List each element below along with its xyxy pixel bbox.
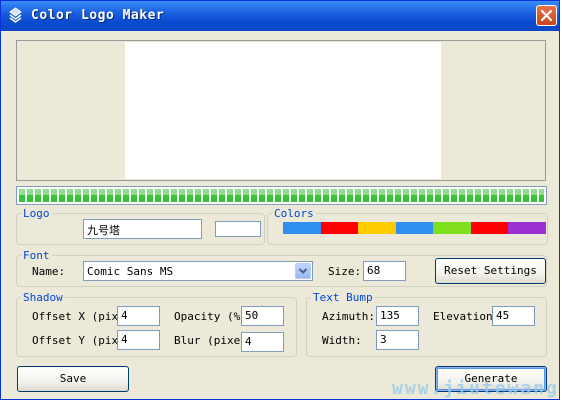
offset-x-label: Offset X (pixe [32,310,117,323]
color-swatch[interactable] [395,222,434,234]
close-icon [540,9,553,22]
blur-input[interactable]: 4 [241,332,284,352]
logo-text-input[interactable]: 九号塔 [83,219,202,239]
save-button[interactable]: Save [17,366,129,392]
shadow-group-legend: Shadow [23,291,63,304]
azimuth-label: Azimuth: [322,310,375,323]
text-bump-group-legend: Text Bump [313,291,373,304]
logo-preview-canvas [125,42,441,179]
bump-width-input[interactable]: 3 [376,330,419,350]
dropdown-button[interactable] [295,263,311,279]
color-swatch[interactable] [508,222,546,234]
offset-y-input[interactable]: 4 [117,330,160,350]
window-title: Color Logo Maker [31,8,165,23]
logo-color-input[interactable] [215,221,261,237]
width-label: Width: [322,334,362,347]
blur-label: Blur (pixel [174,334,240,347]
color-swatch[interactable] [470,222,509,234]
logo-group-legend: Logo [23,207,50,220]
reset-settings-button[interactable]: Reset Settings [435,258,546,284]
font-size-input[interactable]: 68 [363,261,406,281]
colors-group-legend: Colors [274,207,314,220]
color-swatch-strip [283,222,546,234]
chevron-down-icon [298,268,308,274]
font-group-legend: Font [23,249,50,262]
color-swatch[interactable] [283,222,321,234]
progress-bar [16,186,547,205]
color-swatch[interactable] [358,222,396,234]
color-swatch[interactable] [433,222,471,234]
font-name-value: Comic Sans MS [87,265,174,278]
offset-x-input[interactable]: 4 [117,306,160,326]
close-button[interactable] [536,5,557,26]
font-name-select[interactable]: Comic Sans MS [83,261,313,281]
app-logo-icon [9,7,22,23]
opacity-input[interactable]: 50 [241,306,284,326]
elevation-label: Elevation: [433,310,500,323]
color-logo-maker-window: Color Logo Maker Logo 九号塔 Colors Font Na… [0,0,560,400]
offset-y-label: Offset Y (pixe [32,334,117,347]
site-watermark: www.jiutewang.c [392,378,562,399]
title-bar[interactable]: Color Logo Maker [1,1,559,31]
elevation-input[interactable]: 45 [492,306,535,326]
logo-preview-panel [16,40,546,181]
font-size-label: Size: [328,265,362,278]
font-name-label: Name: [32,265,66,278]
progress-fill [19,189,544,202]
azimuth-input[interactable]: 135 [376,306,419,326]
opacity-label: Opacity (%) [174,310,240,323]
color-swatch[interactable] [320,222,359,234]
